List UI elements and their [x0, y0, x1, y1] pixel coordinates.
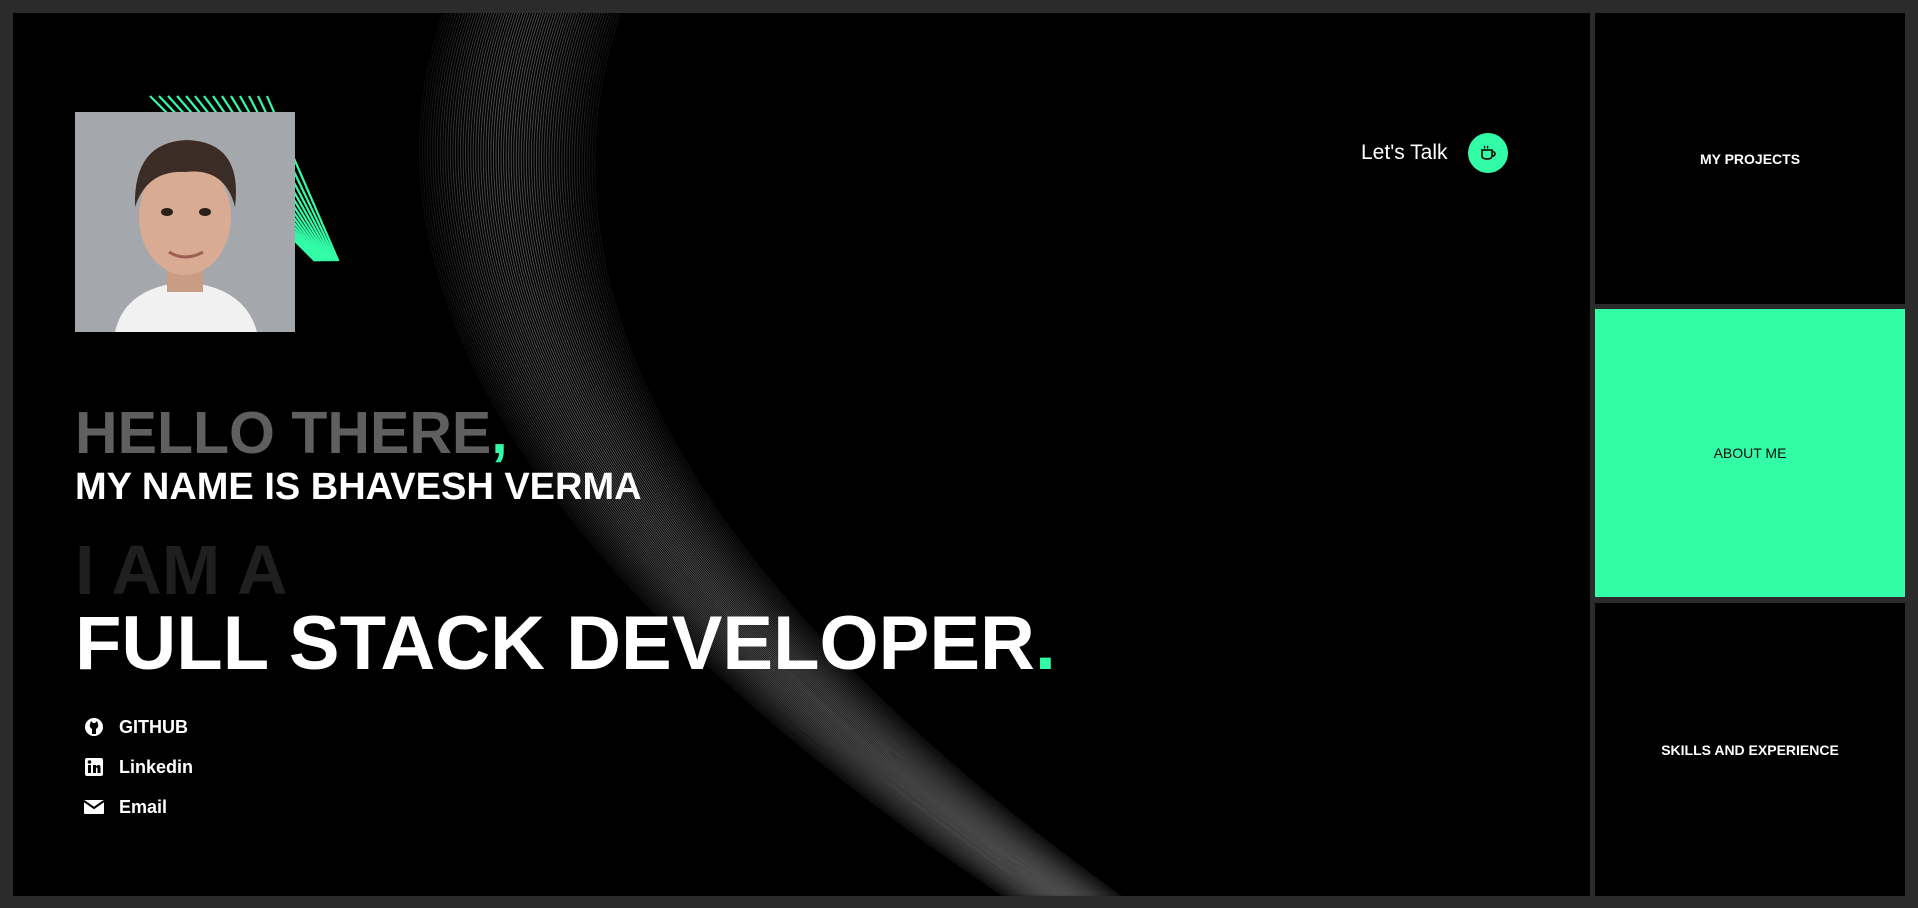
lets-talk-label: Let's Talk — [1361, 141, 1448, 164]
greeting-comma: , — [491, 400, 508, 466]
email-label: Email — [119, 796, 168, 817]
linkedin-label: Linkedin — [119, 756, 194, 777]
github-link[interactable]: GITHUB — [83, 707, 193, 747]
sidebar-nav: MY PROJECTS ABOUT ME SKILLS AND EXPERIEN… — [1595, 13, 1905, 896]
sidebar-item-skills-experience[interactable]: SKILLS AND EXPERIENCE — [1595, 603, 1905, 896]
avatar — [75, 112, 295, 332]
sidebar-item-my-projects[interactable]: MY PROJECTS — [1595, 13, 1905, 304]
role-dot: . — [1034, 601, 1057, 686]
role-heading: FULL STACK DEVELOPER. — [75, 601, 1057, 686]
avatar-block — [75, 56, 395, 332]
social-links: GITHUB Linkedin Email — [83, 707, 193, 827]
linkedin-icon — [83, 756, 105, 778]
hero-panel: HELLO THERE, MY NAME IS BHAVESH VERMA I … — [13, 13, 1590, 896]
lets-talk-button[interactable]: Let's Talk — [1361, 133, 1508, 173]
email-link[interactable]: Email — [83, 787, 193, 827]
sidebar-item-about-me[interactable]: ABOUT ME — [1595, 309, 1905, 597]
linkedin-link[interactable]: Linkedin — [83, 747, 193, 787]
name-heading: MY NAME IS BHAVESH VERMA — [75, 466, 642, 508]
role-prefix: I AM A — [75, 531, 288, 609]
github-label: GITHUB — [119, 716, 188, 737]
coffee-cup-icon[interactable] — [1467, 133, 1508, 173]
greeting-heading: HELLO THERE, — [75, 400, 508, 466]
email-icon — [83, 796, 105, 818]
github-icon — [83, 716, 105, 738]
